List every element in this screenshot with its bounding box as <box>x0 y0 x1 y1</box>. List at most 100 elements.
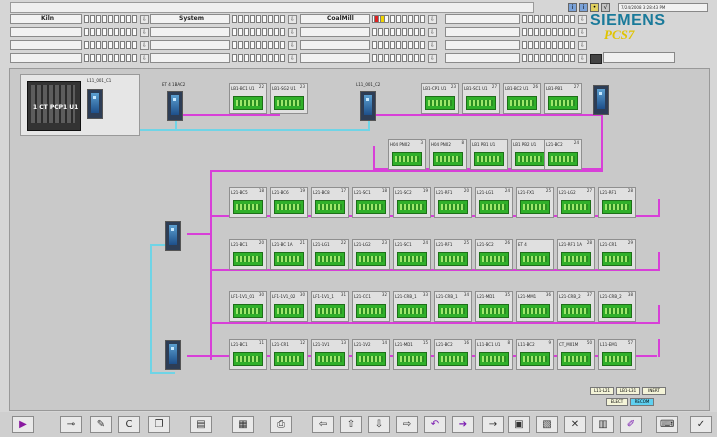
keyboard-icon[interactable]: ⌨ <box>656 416 678 433</box>
io-module[interactable]: 31 LF1-1V1_1 <box>311 291 349 322</box>
io-module[interactable]: 25 L21-FX1 <box>516 187 554 218</box>
io-module[interactable]: 16 L21-BC2 <box>434 339 472 370</box>
coupler-3[interactable] <box>165 221 181 251</box>
io-module[interactable]: 18 L21-BC5 <box>229 187 267 218</box>
section-empty[interactable] <box>445 14 520 24</box>
io-module[interactable]: 32 L21-CC1 <box>352 291 390 322</box>
right-icon[interactable]: ⇨ <box>396 416 418 433</box>
io-module[interactable]: 25 L21-RF1 <box>434 239 472 270</box>
io-module[interactable]: 22 L21-LG1 <box>311 239 349 270</box>
page-icon[interactable]: ▧ <box>536 416 558 433</box>
io-module[interactable]: 8 L11-BC1 U1 <box>475 339 513 370</box>
print-icon[interactable]: ⎙ <box>270 416 292 433</box>
undo-icon[interactable]: ↶ <box>424 416 446 433</box>
legend-elect[interactable]: ELECT <box>606 398 628 406</box>
legend-lb1-l31[interactable]: LB1-L31 <box>616 387 640 395</box>
section-arrow-icon[interactable]: ⇩ <box>140 41 149 50</box>
io-module[interactable]: 36 L21-MM1 <box>516 291 554 322</box>
pen-icon[interactable]: ✎ <box>90 416 112 433</box>
io-module[interactable]: 20 L21-BC1 <box>229 239 267 270</box>
io-module[interactable]: 20 L21-RF1 <box>434 187 472 218</box>
io-module[interactable]: 28 L21-RF1 <box>598 187 636 218</box>
cross-icon[interactable]: ✕ <box>564 416 586 433</box>
coupler-2[interactable] <box>360 91 376 121</box>
io-module[interactable]: 19 L21-BC6 <box>270 187 308 218</box>
panel-icon[interactable]: ▥ <box>592 416 614 433</box>
section-blank-12[interactable] <box>445 53 520 63</box>
section-arrow-icon[interactable]: ⇩ <box>140 28 149 37</box>
section-arrow-icon[interactable]: ⇩ <box>578 54 587 63</box>
io-module[interactable]: 27 LB1-PB1 <box>544 83 582 114</box>
copy-icon[interactable]: ❐ <box>148 416 170 433</box>
io-module[interactable]: 12 L21-CR1 <box>270 339 308 370</box>
section-blank-5[interactable] <box>10 40 82 50</box>
io-module[interactable]: ET 4 <box>516 239 554 270</box>
io-module[interactable]: 57 L11-EM1 <box>598 339 636 370</box>
io-module[interactable]: 24 L21-LG1 <box>475 187 513 218</box>
legend-recom[interactable]: RECOM <box>630 398 654 406</box>
io-module[interactable]: 21 L21-BC 1A <box>270 239 308 270</box>
io-module[interactable]: 11 L21-BC1 <box>229 339 267 370</box>
io-module[interactable]: LB1 PB1 U1 <box>470 139 508 170</box>
alarm-ack-icon[interactable]: √ <box>601 3 610 12</box>
key-icon[interactable]: ⊸ <box>60 416 82 433</box>
section-blank-2[interactable] <box>150 27 230 37</box>
coupler-1[interactable] <box>167 91 183 121</box>
io-module[interactable]: 23 L21-LG2 <box>352 239 390 270</box>
io-module[interactable]: 27 L21-LG2 <box>557 187 595 218</box>
section-arrow-icon[interactable]: ⇩ <box>578 28 587 37</box>
section-blank-6[interactable] <box>150 40 230 50</box>
section-arrow-icon[interactable]: ⇩ <box>428 28 437 37</box>
io-module[interactable]: 28 L21-RF1 1A <box>557 239 595 270</box>
io-module[interactable]: 3 H04 PN02 <box>388 139 426 170</box>
section-arrow-icon[interactable]: ⇩ <box>578 15 587 24</box>
io-module[interactable]: 8 H04 PN02 <box>429 139 467 170</box>
grid-icon[interactable]: ▦ <box>232 416 254 433</box>
io-module[interactable]: 33 L21-CRB_1 <box>393 291 431 322</box>
coupler-right[interactable] <box>593 85 609 115</box>
cpu-rack[interactable]: 1 CT PCP1 U1 L11_001_C1 <box>20 74 140 136</box>
io-module[interactable]: 22 LB1-BC1 U1 <box>229 83 267 114</box>
print-icon[interactable] <box>590 54 602 64</box>
header-input[interactable] <box>603 52 675 63</box>
io-module[interactable]: 24 L21-SC1 <box>393 239 431 270</box>
io-module[interactable]: 23 LB1-CP1 U1 <box>421 83 459 114</box>
alarm-key-icon[interactable]: i <box>579 3 588 12</box>
section-arrow-icon[interactable]: ⇩ <box>288 15 297 24</box>
next-icon[interactable]: → <box>482 416 504 433</box>
io-module[interactable]: 27 LB1-SC1 U1 <box>462 83 500 114</box>
section-arrow-icon[interactable]: ⇩ <box>288 41 297 50</box>
io-module[interactable]: 29 L21-CR1 <box>598 239 636 270</box>
section-blank-7[interactable] <box>300 40 370 50</box>
section-arrow-icon[interactable]: ⇩ <box>428 15 437 24</box>
io-module[interactable]: 13 L21-1V1 <box>311 339 349 370</box>
c-icon[interactable]: C <box>118 416 140 433</box>
section-coalmill[interactable]: CoalMill <box>300 14 370 24</box>
io-module[interactable]: 50 CT_M01M <box>557 339 595 370</box>
io-module[interactable]: 30 LF1-1V1_02 <box>270 291 308 322</box>
left-icon[interactable]: ⇦ <box>312 416 334 433</box>
legend-inert[interactable]: INERT <box>642 387 666 395</box>
io-module[interactable]: 15 L21-MD1 <box>393 339 431 370</box>
section-arrow-icon[interactable]: ⇩ <box>288 28 297 37</box>
section-arrow-icon[interactable]: ⇩ <box>428 41 437 50</box>
play-icon[interactable]: ▶ <box>12 416 34 433</box>
io-module[interactable]: 38 L21-CRB_2 <box>598 291 636 322</box>
section-arrow-icon[interactable]: ⇩ <box>288 54 297 63</box>
io-module[interactable]: 19 L21-SC2 <box>393 187 431 218</box>
io-module[interactable]: 14 L21-1V2 <box>352 339 390 370</box>
section-kiln[interactable]: Kiln <box>10 14 82 24</box>
check-icon[interactable]: ✓ <box>690 416 712 433</box>
io-module[interactable]: 34 L21-CRB_1 <box>434 291 472 322</box>
pencil-icon[interactable]: ✐ <box>620 416 642 433</box>
section-blank-11[interactable] <box>300 53 370 63</box>
section-blank-1[interactable] <box>10 27 82 37</box>
alarm-i-icon[interactable]: i <box>568 3 577 12</box>
alarm-bell-icon[interactable]: • <box>590 3 599 12</box>
io-module[interactable]: 35 L21-MD1 <box>475 291 513 322</box>
io-module[interactable]: 30 LF1-1V1_01 <box>229 291 267 322</box>
section-arrow-icon[interactable]: ⇩ <box>140 15 149 24</box>
io-module[interactable]: 23 LB1-SG2 U1 <box>270 83 308 114</box>
section-arrow-icon[interactable]: ⇩ <box>578 41 587 50</box>
io-module[interactable]: 24 L21-BC2 <box>544 139 582 170</box>
